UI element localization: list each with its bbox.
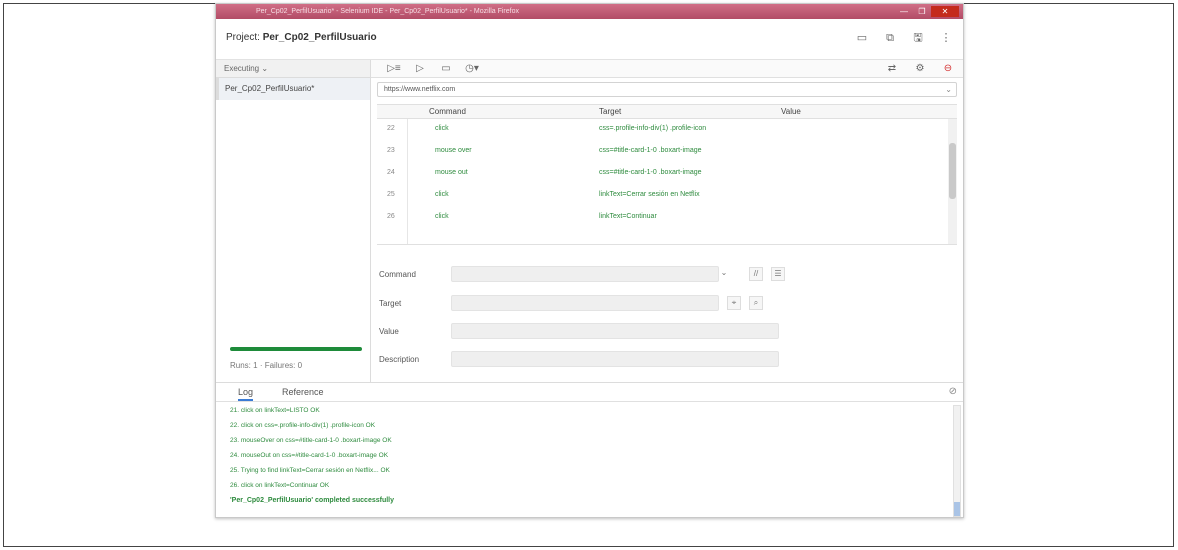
maximize-button[interactable]: ❐: [913, 6, 931, 17]
log-entry: 23. mouseOver on css=#title-card-1-0 .bo…: [230, 437, 392, 444]
runs-count: Runs: 1: [230, 361, 258, 370]
chevron-down-icon: ⌄: [261, 64, 269, 73]
log-completed-message: 'Per_Cp02_PerfilUsuario' completed succe…: [230, 497, 395, 504]
table-row[interactable]: 23 mouse over css=#title-card-1-0 .boxar…: [377, 141, 947, 163]
playback-controls: ▷≡ ▷ ▭ ◷▾: [387, 63, 479, 75]
recording-controls: ⇄ ⚙ ⊖: [885, 63, 955, 75]
speed-icon[interactable]: ◷▾: [465, 63, 479, 75]
log-entry: 25. Trying to find linkText=Cerrar sesió…: [230, 467, 390, 474]
run-all-tests-icon[interactable]: ▷≡: [387, 63, 401, 75]
row-command: mouse out: [435, 169, 468, 176]
window-title: Per_Cp02_PerfilUsuario* - Selenium IDE -…: [256, 8, 519, 15]
description-input[interactable]: [451, 351, 779, 367]
test-editor: ▷≡ ▷ ▭ ◷▾ ⇄ ⚙ ⊖ https://www.netflix.com …: [371, 60, 963, 382]
log-entry: 24. mouseOut on css=#title-card-1-0 .box…: [230, 452, 389, 459]
target-label: Target: [379, 299, 402, 308]
row-number: 23: [387, 147, 395, 154]
scrollbar-thumb[interactable]: [949, 143, 956, 199]
new-project-icon[interactable]: ▭: [855, 31, 869, 45]
row-number: 24: [387, 169, 395, 176]
save-project-icon[interactable]: 🖫: [911, 31, 925, 45]
selenium-ide-window: Per_Cp02_PerfilUsuario* - Selenium IDE -…: [215, 3, 964, 518]
table-row[interactable]: 25 click linkText=Cerrar sesión en Netfl…: [377, 185, 947, 207]
project-label: Project:: [226, 32, 260, 43]
target-row: Target ⌖ ⌕: [377, 295, 807, 313]
value-input[interactable]: [451, 323, 779, 339]
project-name[interactable]: Per_Cp02_PerfilUsuario: [263, 32, 377, 43]
table-header: Command Target Value: [377, 105, 957, 119]
description-row: Description: [377, 351, 807, 369]
column-header-target: Target: [599, 107, 622, 116]
window-controls: — ❐ ✕: [895, 6, 959, 17]
tab-log[interactable]: Log: [238, 387, 254, 401]
command-row: Command ⌄ // ☰: [377, 266, 807, 284]
row-target: css=.profile-info-div(1) .profile-icon: [599, 125, 707, 132]
row-number: 25: [387, 191, 395, 198]
suite-item[interactable]: Per_Cp02_PerfilUsuario*: [216, 78, 370, 100]
table-row[interactable]: 22 click css=.profile-info-div(1) .profi…: [377, 119, 947, 141]
project-title: Project: Per_Cp02_PerfilUsuario: [226, 32, 377, 43]
tab-reference[interactable]: Reference: [282, 387, 324, 397]
row-target: linkText=Cerrar sesión en Netflix: [599, 191, 700, 198]
window-titlebar: Per_Cp02_PerfilUsuario* - Selenium IDE -…: [216, 4, 963, 19]
row-command: click: [435, 191, 449, 198]
row-target: css=#title-card-1-0 .boxart-image: [599, 169, 702, 176]
open-reference-icon[interactable]: ☰: [771, 267, 785, 281]
pause-icon[interactable]: ▭: [439, 63, 453, 75]
toggle-comment-icon[interactable]: //: [749, 267, 763, 281]
mode-dropdown[interactable]: Executing ⌄: [216, 60, 370, 78]
table-scrollbar[interactable]: [948, 119, 957, 244]
failures-count: Failures: 0: [264, 361, 303, 370]
row-command: mouse over: [435, 147, 472, 154]
project-header: Project: Per_Cp02_PerfilUsuario ▭ ⧉ 🖫 ⋮: [216, 19, 963, 60]
row-number: 22: [387, 125, 395, 132]
description-label: Description: [379, 355, 420, 364]
close-button[interactable]: ✕: [931, 6, 959, 17]
clear-log-icon[interactable]: ⊘: [949, 386, 957, 397]
settings-icon[interactable]: ⚙: [913, 63, 927, 75]
record-icon[interactable]: ⊖: [941, 63, 955, 75]
base-url-input[interactable]: https://www.netflix.com ⌄: [377, 82, 957, 97]
value-row: Value: [377, 323, 807, 341]
console-tabs: Log Reference ⊘: [216, 383, 963, 402]
row-command: click: [435, 125, 449, 132]
mode-dropdown-label: Executing: [224, 64, 260, 73]
run-progress-bar: [230, 347, 362, 351]
value-label: Value: [379, 327, 399, 336]
editor-toolbar: ▷≡ ▷ ▭ ◷▾ ⇄ ⚙ ⊖: [371, 60, 963, 78]
project-actions: ▭ ⧉ 🖫 ⋮: [855, 31, 953, 45]
more-options-icon[interactable]: ⋮: [939, 31, 953, 45]
run-stats: Runs: 1 · Failures: 0: [230, 361, 302, 370]
open-project-icon[interactable]: ⧉: [883, 31, 897, 45]
run-current-test-icon[interactable]: ▷: [413, 63, 427, 75]
log-entry: 21. click on linkText=LISTO OK: [230, 407, 320, 414]
table-row[interactable]: 26 click linkText=Continuar: [377, 207, 947, 229]
chevron-down-icon[interactable]: ⌄: [945, 83, 952, 96]
row-command: click: [435, 213, 449, 220]
row-target: linkText=Continuar: [599, 213, 657, 220]
column-header-value: Value: [781, 107, 801, 116]
test-sidebar: Executing ⌄ Per_Cp02_PerfilUsuario* Runs…: [216, 60, 371, 382]
log-entry: 26. click on linkText=Continuar OK: [230, 482, 330, 489]
find-target-icon[interactable]: ⌕: [749, 296, 763, 310]
target-actions: ⌖ ⌕: [727, 296, 763, 310]
console-panel: Log Reference ⊘ 21. click on linkText=LI…: [216, 382, 963, 517]
command-label: Command: [379, 270, 416, 279]
table-row[interactable]: 24 mouse out css=#title-card-1-0 .boxart…: [377, 163, 947, 185]
disable-breakpoints-icon[interactable]: ⇄: [885, 63, 899, 75]
select-target-icon[interactable]: ⌖: [727, 296, 741, 310]
target-input[interactable]: [451, 295, 719, 311]
row-number: 26: [387, 213, 395, 220]
scrollbar-thumb[interactable]: [954, 502, 960, 516]
log-entry: 22. click on css=.profile-info-div(1) .p…: [230, 422, 376, 429]
row-target: css=#title-card-1-0 .boxart-image: [599, 147, 702, 154]
command-input[interactable]: [451, 266, 719, 282]
command-actions: ⌄ // ☰: [721, 267, 785, 281]
chevron-down-icon[interactable]: ⌄: [717, 267, 731, 281]
base-url-value: https://www.netflix.com: [384, 86, 456, 93]
log-scrollbar[interactable]: [953, 405, 961, 517]
column-header-command: Command: [429, 107, 466, 116]
minimize-button[interactable]: —: [895, 6, 913, 17]
command-table: Command Target Value 22 click css=.profi…: [377, 104, 957, 245]
